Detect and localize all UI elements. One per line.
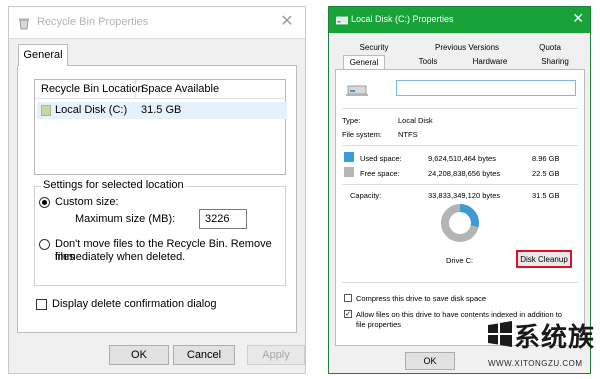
recycle-bin-properties-dialog: Recycle Bin Properties ✕ General Recycle… (8, 6, 306, 374)
type-value: Local Disk (398, 116, 433, 125)
close-button[interactable]: ✕ (275, 11, 299, 33)
watermark-brand: 系统族 (514, 323, 596, 353)
tab-tools[interactable]: Tools (413, 55, 443, 69)
compress-label: Compress this drive to save disk space (356, 294, 487, 303)
display-confirm-label: Display delete confirmation dialog (52, 298, 217, 310)
file-system-label: File system: (342, 130, 383, 139)
site-watermark: 系统族 WWW.XITONGZU.COM (486, 315, 598, 375)
capacity-label: Capacity: (350, 191, 382, 200)
free-space-swatch (344, 167, 354, 177)
list-item[interactable]: Local Disk (C:) 31.5 GB (37, 102, 287, 119)
tab-sharing[interactable]: Sharing (537, 55, 573, 69)
title-bar: Recycle Bin Properties ✕ (9, 7, 305, 39)
title-bar: Local Disk (C:) Properties ✕ (329, 7, 590, 33)
settings-legend: Settings for selected location (41, 179, 186, 191)
dont-move-radio[interactable] (39, 239, 50, 250)
tab-security[interactable]: Security (357, 41, 391, 55)
watermark-url: WWW.XITONGZU.COM (488, 359, 583, 368)
disk-cleanup-button[interactable]: Disk Cleanup (516, 250, 572, 268)
settings-group: Settings for selected location Custom si… (34, 179, 286, 286)
divider (342, 108, 578, 109)
tab-general[interactable]: General (343, 55, 385, 69)
apply-button[interactable]: Apply (247, 345, 305, 365)
display-confirm-checkbox[interactable] (36, 299, 47, 310)
free-space-bytes: 24,208,838,656 bytes (428, 169, 501, 178)
custom-size-label: Custom size: (55, 196, 119, 208)
index-checkbox[interactable]: ✓ (344, 310, 352, 318)
tab-strip: Security Previous Versions Quota General… (335, 39, 585, 69)
space-cell: 31.5 GB (141, 104, 182, 116)
used-space-gb: 8.96 GB (532, 154, 560, 163)
used-space-bytes: 9,624,510,464 bytes (428, 154, 496, 163)
max-size-label: Maximum size (MB): (75, 213, 176, 225)
column-divider (135, 80, 136, 99)
hard-disk-icon (346, 85, 368, 96)
file-system-value: NTFS (398, 130, 418, 139)
general-panel: Recycle Bin Location Space Available Loc… (17, 65, 297, 333)
dont-move-label-line2: immediately when deleted. (55, 251, 186, 263)
window-title: Local Disk (C:) Properties (351, 14, 454, 24)
drive-icon (41, 105, 51, 116)
disk-usage-donut (441, 204, 479, 242)
cancel-button[interactable]: Cancel (173, 345, 235, 365)
used-space-swatch (344, 152, 354, 162)
column-header-location[interactable]: Recycle Bin Location (41, 83, 144, 95)
drive-label: Drive C: (446, 256, 474, 265)
ok-button[interactable]: OK (109, 345, 169, 365)
close-button[interactable]: ✕ (572, 10, 584, 27)
list-header: Recycle Bin Location Space Available (35, 80, 285, 99)
type-label: Type: (342, 116, 361, 125)
index-label-line2: file properties (356, 320, 402, 329)
recycle-bin-icon (19, 18, 29, 30)
divider (342, 184, 578, 185)
location-cell: Local Disk (C:) (55, 104, 128, 116)
divider (342, 145, 578, 146)
tab-previous-versions[interactable]: Previous Versions (431, 41, 503, 55)
compress-checkbox[interactable] (344, 294, 352, 302)
max-size-input[interactable]: 3226 (199, 209, 247, 229)
column-header-space[interactable]: Space Available (141, 83, 219, 95)
ok-button[interactable]: OK (405, 352, 455, 370)
used-space-label: Used space: (360, 154, 402, 163)
capacity-bytes: 33,833,349,120 bytes (428, 191, 501, 200)
capacity-gb: 31.5 GB (532, 191, 560, 200)
drive-icon (336, 16, 348, 25)
tab-general[interactable]: General (18, 44, 68, 66)
location-list[interactable]: Recycle Bin Location Space Available Loc… (34, 79, 287, 175)
general-panel: Type: Local Disk File system: NTFS Used … (335, 69, 585, 346)
free-space-gb: 22.5 GB (532, 169, 560, 178)
custom-size-radio[interactable] (39, 197, 50, 208)
window-title: Recycle Bin Properties (37, 16, 149, 28)
free-space-label: Free space: (360, 169, 400, 178)
divider (342, 282, 578, 283)
drive-name-input[interactable] (396, 80, 576, 96)
tab-quota[interactable]: Quota (533, 41, 567, 55)
windows-logo-icon (488, 321, 512, 347)
tab-hardware[interactable]: Hardware (469, 55, 511, 69)
